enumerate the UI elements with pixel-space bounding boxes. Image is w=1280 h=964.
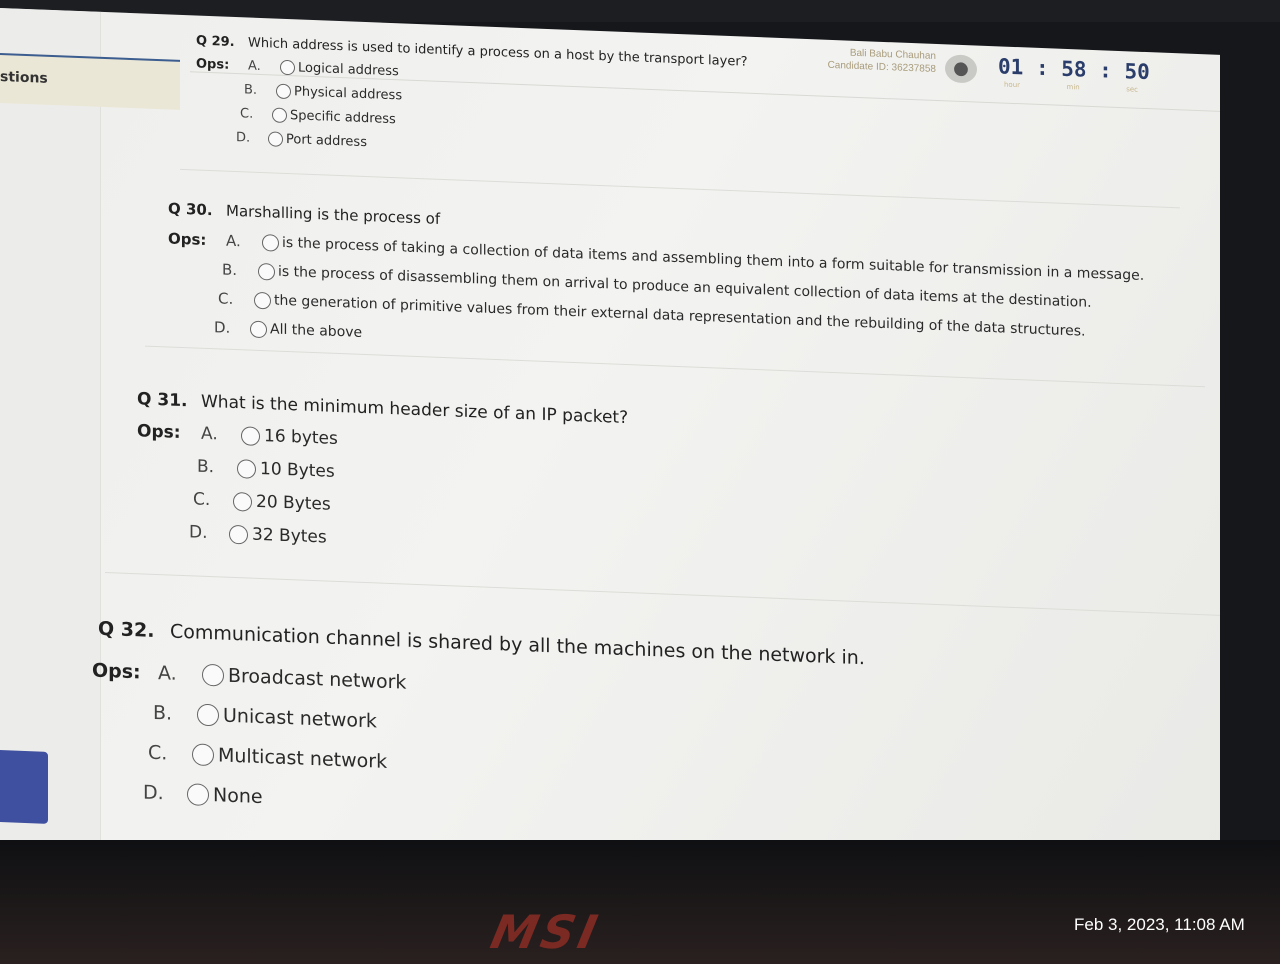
option-letter: A. [248,58,261,75]
laptop-brand-logo: MSI [486,905,606,959]
sidebar-tab-label: stions [0,69,48,87]
option-radio-d[interactable] [250,320,267,338]
option-letter: C. [148,741,168,765]
option-letter: A. [226,231,241,251]
option-letter: A. [201,423,218,445]
question-number: Q 30. [168,199,213,220]
sidebar [0,8,101,848]
option-letter: C. [218,289,234,308]
countdown-timer: 01 : 58 : 50 [998,54,1150,85]
option-text-a: 16 bytes [264,426,338,449]
option-letter: A. [158,662,177,685]
option-letter: B. [197,456,215,478]
laptop-bezel-bottom [0,840,1280,964]
question-29: Q 29. Which address is used to identify … [196,34,748,165]
timer-unit-sec: sec [1126,85,1138,94]
sidebar-nav-button[interactable] [0,750,48,824]
option-text-d: All the above [270,321,363,341]
ops-label: Ops: [196,56,230,73]
timer-hours: 01 [998,54,1024,80]
option-text-b: 10 Bytes [260,458,335,482]
option-text-d: 32 Bytes [252,524,327,548]
ops-label: Ops: [92,659,141,684]
option-radio-c[interactable] [272,107,287,124]
option-radio-a[interactable] [241,425,260,446]
option-radio-a[interactable] [202,663,224,687]
option-text-a: Broadcast network [228,664,407,694]
sidebar-tab-questions[interactable]: stions [0,53,180,110]
question-32: Q 32. Communication channel is shared by… [92,617,865,831]
option-radio-b[interactable] [258,262,275,281]
option-radio-d[interactable] [268,131,283,147]
photo-timestamp: Feb 3, 2023, 11:08 AM [1074,915,1245,934]
timer-unit-hour: hour [1004,80,1021,90]
option-text-c: Specific address [290,108,396,128]
candidate-info: Bali Babu Chauhan Candidate ID: 36237858 [800,45,936,76]
option-radio-b[interactable] [276,83,291,100]
option-radio-a[interactable] [262,233,279,252]
question-number: Q 32. [98,617,155,642]
option-radio-c[interactable] [192,743,214,767]
option-text-b: Unicast network [223,704,377,733]
option-text-d: Port address [286,131,367,151]
user-avatar-icon: ● [945,54,977,84]
option-text-c: 20 Bytes [256,491,331,515]
question-text: Marshalling is the process of [226,201,441,228]
timer-minutes: 58 [1061,56,1087,82]
timer-seconds: 50 [1124,59,1150,85]
ops-label: Ops: [168,229,207,249]
option-radio-d[interactable] [187,783,209,807]
question-number: Q 31. [137,389,188,412]
option-letter: D. [189,522,208,543]
question-31: Q 31. What is the minimum header size of… [137,389,628,559]
timer-unit-min: min [1066,82,1080,92]
option-radio-c[interactable] [254,291,271,309]
question-30: Q 30. Marshalling is the process of Ops:… [168,199,1144,372]
option-letter: D. [236,130,251,146]
option-text-a: Logical address [298,60,399,80]
question-divider [180,168,1180,209]
option-radio-c[interactable] [233,491,252,512]
question-number: Q 29. [196,33,235,51]
option-radio-b[interactable] [237,458,256,479]
option-letter: D. [214,318,231,337]
option-radio-b[interactable] [197,703,219,727]
option-letter: B. [222,260,238,280]
option-radio-a[interactable] [280,59,295,76]
question-text: What is the minimum header size of an IP… [201,391,629,429]
option-text-d: None [213,784,263,809]
option-radio-d[interactable] [229,524,248,545]
option-text-b: Physical address [294,84,403,104]
option-letter: C. [193,489,211,511]
option-letter: B. [244,82,258,98]
exam-screen: stions Bali Babu Chauhan Candidate ID: 3… [0,8,1220,891]
ops-label: Ops: [137,421,181,443]
question-text: Communication channel is shared by all t… [170,620,865,670]
question-divider [105,572,1220,616]
option-letter: B. [153,701,173,725]
option-letter: D. [143,781,164,805]
option-letter: C. [240,106,254,122]
option-text-c: Multicast network [218,744,388,773]
